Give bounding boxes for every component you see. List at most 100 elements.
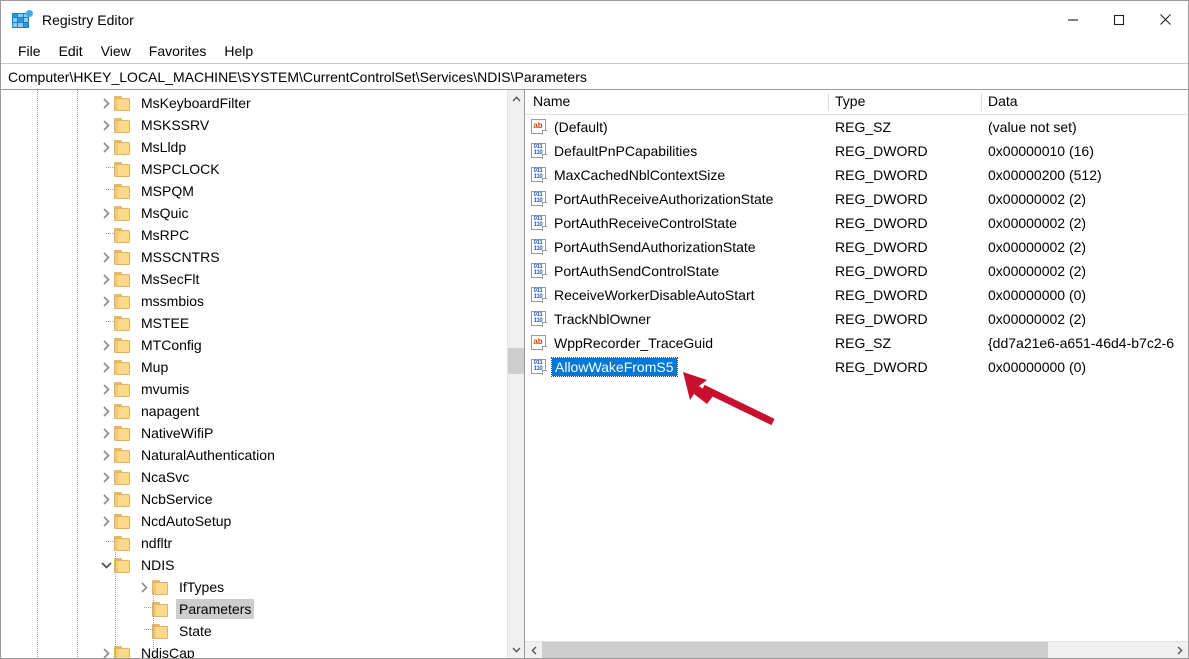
chevron-right-icon[interactable] — [98, 378, 114, 400]
menu-item-file[interactable]: File — [9, 41, 50, 61]
menu-item-favorites[interactable]: Favorites — [140, 41, 216, 61]
tree-item-label: mvumis — [141, 381, 190, 397]
folder-icon — [114, 359, 131, 375]
dword-value-icon: 011 110 — [531, 191, 547, 207]
value-data: 0x00000002 (2) — [988, 263, 1087, 279]
value-name: PortAuthReceiveControlState — [554, 215, 737, 231]
value-type: REG_DWORD — [835, 311, 928, 327]
registry-values-pane: Name Type Data ab (Default) REG_SZ (value n… — [525, 90, 1188, 658]
registry-value-row[interactable]: 011 110 ReceiveWorkerDisableAutoStart REG_D… — [525, 283, 1188, 307]
scroll-up-button[interactable] — [508, 90, 524, 107]
chevron-right-icon[interactable] — [98, 136, 114, 158]
value-data: (value not set) — [988, 119, 1077, 135]
registry-value-row[interactable]: 011 110 DefaultPnPCapabilities REG_DWORD 0x0… — [525, 139, 1188, 163]
tree-guide-stub — [144, 607, 154, 608]
column-header-type[interactable]: Type — [835, 93, 865, 109]
chevron-right-icon[interactable] — [98, 246, 114, 268]
address-bar[interactable]: Computer\HKEY_LOCAL_MACHINE\SYSTEM\Curre… — [1, 63, 1188, 90]
tree-item-label: ndfltr — [141, 535, 173, 551]
chevron-right-icon[interactable] — [98, 510, 114, 532]
folder-icon — [114, 403, 131, 419]
folder-icon — [114, 161, 131, 177]
menu-bar: File Edit View Favorites Help — [1, 38, 1188, 63]
tree-guide-line — [37, 90, 38, 658]
tree-leaf-spacer — [98, 312, 114, 334]
value-data: 0x00000000 (0) — [988, 287, 1087, 303]
column-header-name[interactable]: Name — [533, 93, 570, 109]
value-name: ReceiveWorkerDisableAutoStart — [554, 287, 755, 303]
menu-item-edit[interactable]: Edit — [50, 41, 92, 61]
folder-icon — [114, 205, 131, 221]
value-type: REG_DWORD — [835, 167, 928, 183]
folder-icon — [114, 513, 131, 529]
tree-item-label: NcaSvc — [141, 469, 190, 485]
menu-item-help[interactable]: Help — [215, 41, 262, 61]
registry-value-row[interactable]: ab (Default) REG_SZ (value not set) — [525, 115, 1188, 139]
registry-value-row[interactable]: 011 110 PortAuthSendAuthorizationState REG_… — [525, 235, 1188, 259]
column-divider-type-data[interactable] — [981, 93, 982, 111]
chevron-right-icon[interactable] — [98, 334, 114, 356]
value-name: AllowWakeFromS5 — [551, 357, 678, 377]
tree-guide-stub — [106, 189, 116, 190]
chevron-right-icon[interactable] — [98, 400, 114, 422]
tree-item-label: NDIS — [141, 557, 175, 573]
tree-scroll-thumb[interactable] — [508, 348, 524, 374]
registry-value-row[interactable]: 011 110 PortAuthReceiveAuthorizationState R… — [525, 187, 1188, 211]
value-name: PortAuthSendAuthorizationState — [554, 239, 756, 255]
registry-values-list: ab (Default) REG_SZ (value not set) 011 110 De… — [525, 115, 1188, 640]
list-horizontal-scrollbar[interactable] — [525, 641, 1188, 658]
tree-leaf-spacer — [136, 598, 152, 620]
chevron-right-icon[interactable] — [98, 466, 114, 488]
tree-item-label: MSTEE — [141, 315, 190, 331]
registry-value-row[interactable]: 011 110 AllowWakeFromS5 REG_DWORD 0x00000000… — [525, 355, 1188, 379]
maximize-button[interactable] — [1096, 1, 1142, 38]
chevron-right-icon[interactable] — [98, 92, 114, 114]
folder-icon — [114, 425, 131, 441]
scroll-left-button[interactable] — [525, 642, 542, 658]
tree-item-label: NcbService — [141, 491, 213, 507]
chevron-right-icon[interactable] — [98, 642, 114, 658]
folder-icon — [114, 491, 131, 507]
chevron-right-icon[interactable] — [98, 356, 114, 378]
value-type: REG_DWORD — [835, 263, 928, 279]
value-data: 0x00000010 (16) — [988, 143, 1094, 159]
tree-guide-stub — [144, 629, 154, 630]
tree-item-label: mssmbios — [141, 293, 205, 309]
column-header-data[interactable]: Data — [988, 93, 1018, 109]
registry-value-row[interactable]: 011 110 PortAuthSendControlState REG_DWORD 0… — [525, 259, 1188, 283]
chevron-right-icon[interactable] — [98, 114, 114, 136]
chevron-right-icon[interactable] — [98, 444, 114, 466]
column-divider-name-type[interactable] — [828, 93, 829, 111]
string-value-icon: ab — [531, 119, 547, 135]
value-data: 0x00000000 (0) — [988, 359, 1087, 375]
registry-value-row[interactable]: ab WppRecorder_TraceGuid REG_SZ {dd7a21e6-a… — [525, 331, 1188, 355]
folder-icon — [114, 557, 131, 573]
chevron-down-icon[interactable] — [98, 554, 114, 576]
chevron-right-icon[interactable] — [98, 268, 114, 290]
value-type: REG_DWORD — [835, 239, 928, 255]
chevron-right-icon[interactable] — [98, 202, 114, 224]
chevron-right-icon[interactable] — [98, 422, 114, 444]
tree-guide-line — [77, 90, 78, 658]
list-column-headers: Name Type Data — [525, 90, 1188, 115]
value-type: REG_DWORD — [835, 287, 928, 303]
close-button[interactable] — [1142, 1, 1188, 38]
scroll-down-button[interactable] — [508, 641, 524, 658]
window-controls — [1050, 1, 1188, 38]
menu-item-view[interactable]: View — [92, 41, 140, 61]
scroll-right-button[interactable] — [1171, 642, 1188, 658]
dword-value-icon: 011 110 — [531, 263, 547, 279]
registry-editor-window: Registry Editor File Edit View Favorites… — [0, 0, 1189, 659]
chevron-right-icon[interactable] — [98, 290, 114, 312]
tree-leaf-spacer — [98, 180, 114, 202]
list-scroll-thumb[interactable] — [542, 642, 1048, 658]
minimize-button[interactable] — [1050, 1, 1096, 38]
registry-value-row[interactable]: 011 110 PortAuthReceiveControlState REG_DWO… — [525, 211, 1188, 235]
registry-value-row[interactable]: 011 110 MaxCachedNblContextSize REG_DWORD 0x… — [525, 163, 1188, 187]
folder-icon — [114, 535, 131, 551]
chevron-right-icon[interactable] — [98, 488, 114, 510]
folder-icon — [114, 315, 131, 331]
chevron-right-icon[interactable] — [136, 576, 152, 598]
tree-vertical-scrollbar[interactable] — [507, 90, 524, 658]
registry-value-row[interactable]: 011 110 TrackNblOwner REG_DWORD 0x00000002 (… — [525, 307, 1188, 331]
